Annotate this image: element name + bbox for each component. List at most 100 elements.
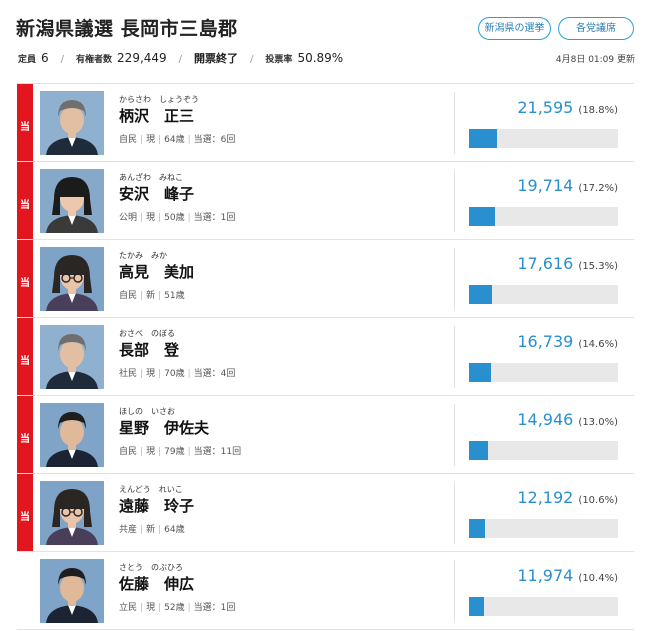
candidate-kana: たかみ みか xyxy=(119,251,167,260)
elected-mark-text: 当 xyxy=(20,356,30,367)
vote-percent: (18.8%) xyxy=(578,105,618,116)
candidate-kana: あんざわ みねこ xyxy=(119,173,183,182)
candidate-name: 安沢 峰子 xyxy=(119,185,195,203)
candidate-status: 現 xyxy=(146,369,156,379)
meta-separator: | xyxy=(158,291,162,301)
candidate-row: 当 あんざわ みねこ 安沢 峰子 公明 | 現 | 50歳 | 当選：1回 19,714 (… xyxy=(17,162,634,240)
candidate-party: 自民 xyxy=(119,447,138,457)
voters-value: 229,449 xyxy=(117,51,167,65)
vote-percent: (15.3%) xyxy=(578,261,618,272)
candidate-age: 51歳 xyxy=(164,291,185,301)
candidate-status: 現 xyxy=(146,213,156,223)
candidate-kana: えんどう れいこ xyxy=(119,485,183,494)
elected-mark-text: 当 xyxy=(20,200,30,211)
vote-number: 17,616 xyxy=(517,254,574,273)
elected-marker: 当 xyxy=(17,318,33,395)
stats-separator: / xyxy=(60,54,65,65)
candidate-status: 新 xyxy=(146,291,156,301)
vote-share-fill xyxy=(469,519,485,538)
candidate-party: 共産 xyxy=(119,525,138,535)
meta-separator: | xyxy=(140,369,144,379)
vote-share-bar xyxy=(469,519,618,538)
vote-share-bar xyxy=(469,285,618,304)
column-divider xyxy=(454,326,455,388)
seats-value: 6 xyxy=(41,51,49,65)
vote-share-bar xyxy=(469,363,618,382)
voters-label: 有権者数 xyxy=(76,55,113,65)
meta-separator: | xyxy=(187,213,191,223)
candidate-meta: 社民 | 現 | 70歳 | 当選：4回 xyxy=(119,366,235,379)
niigata-elections-button[interactable]: 新潟県の選挙 xyxy=(478,17,551,40)
vote-count: 12,192 (10.6%) xyxy=(517,488,618,507)
elected-mark-text: 当 xyxy=(20,278,30,289)
candidate-terms: 当選：11回 xyxy=(193,447,242,457)
meta-separator: | xyxy=(158,135,162,145)
column-divider xyxy=(454,482,455,544)
vote-share-fill xyxy=(469,207,495,226)
candidate-meta: 自民 | 新 | 51歳 xyxy=(119,288,185,301)
candidate-kana: ほしの いさお xyxy=(119,407,175,416)
candidate-photo xyxy=(40,247,104,311)
vote-percent: (17.2%) xyxy=(578,183,618,194)
vote-number: 16,739 xyxy=(517,332,574,351)
election-stats: 定員 6 / 有権者数 229,449 / 開票終了 / 投票率 50.89% xyxy=(18,50,343,66)
candidate-photo xyxy=(40,325,104,389)
vote-count: 16,739 (14.6%) xyxy=(517,332,618,351)
candidate-party: 立民 xyxy=(119,603,138,613)
candidate-meta: 自民 | 現 | 64歳 | 当選：6回 xyxy=(119,132,235,145)
column-divider xyxy=(454,404,455,466)
meta-separator: | xyxy=(187,369,191,379)
candidate-photo xyxy=(40,91,104,155)
vote-share-bar xyxy=(469,597,618,616)
column-divider xyxy=(454,170,455,232)
candidate-kana: さとう のぶひろ xyxy=(119,563,183,572)
meta-separator: | xyxy=(158,213,162,223)
candidate-kana: からさわ しょうぞう xyxy=(119,95,199,104)
candidate-terms: 当選：4回 xyxy=(193,369,236,379)
candidate-row: 当 たかみ みか 高見 美加 自民 | 新 | 51歳 17,616 (15.3%) xyxy=(17,240,634,318)
candidate-name: 高見 美加 xyxy=(119,263,195,281)
candidate-row: 当 おさべ のぼる 長部 登 社民 | 現 | 70歳 | 当選：4回 16,739 (14… xyxy=(17,318,634,396)
elected-mark-text: 当 xyxy=(20,122,30,133)
candidate-status: 新 xyxy=(146,525,156,535)
candidate-name: 柄沢 正三 xyxy=(119,107,195,125)
stats-separator: / xyxy=(178,54,183,65)
meta-separator: | xyxy=(140,135,144,145)
candidate-party: 公明 xyxy=(119,213,138,223)
turnout-value: 50.89% xyxy=(297,51,344,65)
elected-marker: 当 xyxy=(17,474,33,551)
elected-marker: 当 xyxy=(17,240,33,317)
vote-share-bar xyxy=(469,441,618,460)
candidate-row: さとう のぶひろ 佐藤 伸広 立民 | 現 | 52歳 | 当選：1回 11,974 (10… xyxy=(17,552,634,630)
meta-separator: | xyxy=(187,603,191,613)
vote-percent: (13.0%) xyxy=(578,417,618,428)
column-divider xyxy=(454,248,455,310)
candidate-terms: 当選：1回 xyxy=(193,213,236,223)
candidate-party: 自民 xyxy=(119,135,138,145)
candidate-row: 当 からさわ しょうぞう 柄沢 正三 自民 | 現 | 64歳 | 当選：6回 21,595… xyxy=(17,84,634,162)
meta-separator: | xyxy=(140,447,144,457)
vote-count: 11,974 (10.4%) xyxy=(517,566,618,585)
vote-share-bar xyxy=(469,207,618,226)
candidate-status: 現 xyxy=(146,135,156,145)
candidate-meta: 立民 | 現 | 52歳 | 当選：1回 xyxy=(119,600,235,613)
stats-separator: / xyxy=(250,54,254,65)
count-status: 開票終了 xyxy=(194,52,239,65)
candidate-name: 佐藤 伸広 xyxy=(119,575,195,593)
vote-number: 14,946 xyxy=(517,410,574,429)
vote-number: 11,974 xyxy=(517,566,574,585)
vote-share-fill xyxy=(469,441,489,460)
candidate-terms: 当選：6回 xyxy=(193,135,236,145)
meta-separator: | xyxy=(158,369,162,379)
vote-share-fill xyxy=(469,363,491,382)
vote-number: 21,595 xyxy=(517,98,574,117)
elected-mark-text: 当 xyxy=(20,512,30,523)
vote-share-fill xyxy=(469,129,497,148)
candidate-age: 64歳 xyxy=(164,135,185,145)
candidate-photo xyxy=(40,481,104,545)
vote-share-fill xyxy=(469,285,492,304)
column-divider xyxy=(454,92,455,154)
candidate-row: 当 えんどう れいこ 遠藤 玲子 共産 | 新 | 64歳 12,192 (10.6%) xyxy=(17,474,634,552)
party-seats-button[interactable]: 各党議席 xyxy=(558,17,634,40)
candidate-row: 当 ほしの いさお 星野 伊佐夫 自民 | 現 | 79歳 | 当選：11回 14,946 … xyxy=(17,396,634,474)
